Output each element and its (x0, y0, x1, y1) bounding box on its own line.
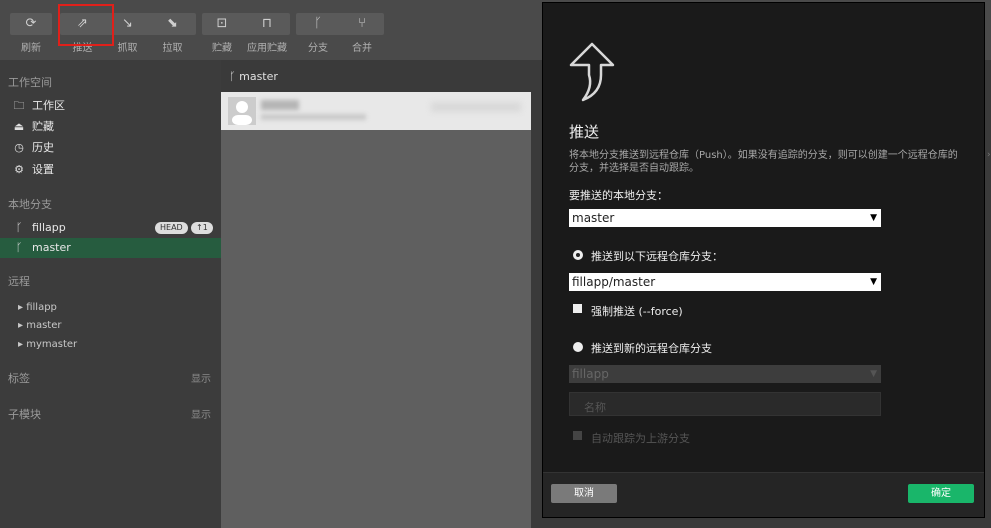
remote-item-fillapp[interactable]: ▸ fillapp (18, 302, 57, 313)
caret-right-icon: ▸ (18, 320, 24, 331)
branch-header-label: master (239, 70, 278, 83)
push-arrow-icon (569, 42, 615, 102)
commit-list-panel: ᚴ master (221, 60, 531, 528)
ok-button[interactable]: 确定 (908, 484, 974, 503)
sidebar-item-workspace[interactable]: 🗀 工作区 (0, 96, 221, 116)
chevron-down-icon: ▼ (870, 213, 877, 223)
sidebar: 工作空间 🗀 工作区 ⏏ 贮藏 ◷ 历史 ⚙ 设置 本地分支 ᚴ fillapp… (0, 60, 221, 528)
pull-button[interactable]: ⬊ 拉取 (150, 13, 195, 54)
stash-button[interactable]: ⊡ 贮藏 (202, 13, 242, 54)
sidebar-item-history[interactable]: ◷ 历史 (0, 138, 221, 158)
remote-title: 远程 (8, 275, 30, 288)
refresh-button[interactable]: ⟳ 刷新 (10, 13, 52, 54)
radio-new-remote[interactable] (573, 342, 583, 352)
gear-icon: ⚙ (14, 163, 24, 176)
user-icon (232, 101, 252, 125)
commit-row[interactable] (221, 92, 531, 130)
refresh-icon: ⟳ (25, 16, 37, 31)
remote-item-master[interactable]: ▸ master (18, 320, 61, 331)
track-upstream-checkbox[interactable] (573, 431, 582, 440)
merge-icon: ⑂ (358, 16, 366, 31)
chevron-down-icon: ▼ (870, 277, 877, 287)
cancel-button[interactable]: 取消 (551, 484, 617, 503)
new-remote-select[interactable]: fillapp ▼ (569, 365, 881, 383)
remote-item-mymaster[interactable]: ▸ mymaster (18, 339, 77, 350)
apply-stash-button[interactable]: ⊓ 应用贮藏 (242, 13, 292, 54)
radio-new-label: 推送到新的远程仓库分支 (591, 342, 712, 355)
submodules-title: 子模块 (8, 408, 41, 421)
radio-existing-label: 推送到以下远程仓库分支： (591, 250, 723, 263)
branch-item-fillapp[interactable]: ᚴ fillapp HEAD ↑1 (0, 218, 221, 238)
tags-show-link[interactable]: 显示 (191, 370, 211, 385)
branch-button[interactable]: ᚴ 分支 (296, 13, 340, 54)
folder-icon: 🗀 (13, 99, 25, 112)
dialog-description: 将本地分支推送到远程仓库（Push）。如果没有追踪的分支，则可以创建一个远程仓库… (569, 150, 958, 174)
force-push-label: 强制推送 (--force) (591, 305, 683, 318)
ahead-badge: ↑1 (191, 222, 213, 234)
branch-icon: ᚴ (229, 70, 236, 83)
branch-header: ᚴ master (221, 60, 531, 92)
merge-button[interactable]: ⑂ 合并 (340, 13, 384, 54)
dialog-title: 推送 (569, 123, 600, 141)
sidebar-item-settings[interactable]: ⚙ 设置 (0, 160, 221, 180)
dialog-footer: 取消 确定 (543, 472, 984, 517)
force-push-checkbox[interactable] (573, 304, 582, 313)
local-branch-select[interactable]: master ▼ (569, 209, 881, 227)
chevron-down-icon: ▼ (870, 369, 877, 379)
branch-icon: ᚴ (15, 221, 23, 234)
blurred-date (431, 102, 521, 112)
branch-icon: ᚴ (15, 241, 23, 254)
radio-existing-remote[interactable] (573, 250, 583, 260)
history-icon: ◷ (14, 141, 24, 154)
remote-branch-select[interactable]: fillapp/master ▼ (569, 273, 881, 291)
local-branches-title: 本地分支 (8, 198, 52, 211)
sidebar-item-stash[interactable]: ⏏ 贮藏 (0, 117, 221, 137)
submodules-show-link[interactable]: 显示 (191, 406, 211, 421)
track-upstream-label: 自动跟踪为上游分支 (591, 432, 690, 445)
caret-right-icon: ▸ (18, 339, 24, 350)
stash-icon: ⏏ (13, 120, 25, 133)
head-badge: HEAD (155, 222, 188, 234)
branch-item-master[interactable]: ᚴ master (0, 238, 221, 258)
pull-icon: ⬊ (167, 16, 178, 31)
push-button-highlight (58, 4, 114, 46)
apply-stash-icon: ⊓ (261, 16, 273, 31)
chevron-right-icon: › (987, 150, 991, 160)
workspace-title: 工作空间 (8, 76, 52, 89)
blurred-message (261, 114, 366, 120)
push-dialog: 推送 将本地分支推送到远程仓库（Push）。如果没有追踪的分支，则可以创建一个远… (542, 2, 985, 518)
stash-icon: ⊡ (216, 16, 228, 31)
branch-icon: ᚴ (314, 16, 322, 31)
new-branch-name-input[interactable]: 名称 (569, 392, 881, 416)
local-branch-label: 要推送的本地分支： (569, 189, 668, 202)
avatar (228, 97, 256, 125)
tags-title: 标签 (8, 372, 30, 385)
blurred-author (261, 100, 299, 110)
caret-right-icon: ▸ (18, 302, 24, 313)
